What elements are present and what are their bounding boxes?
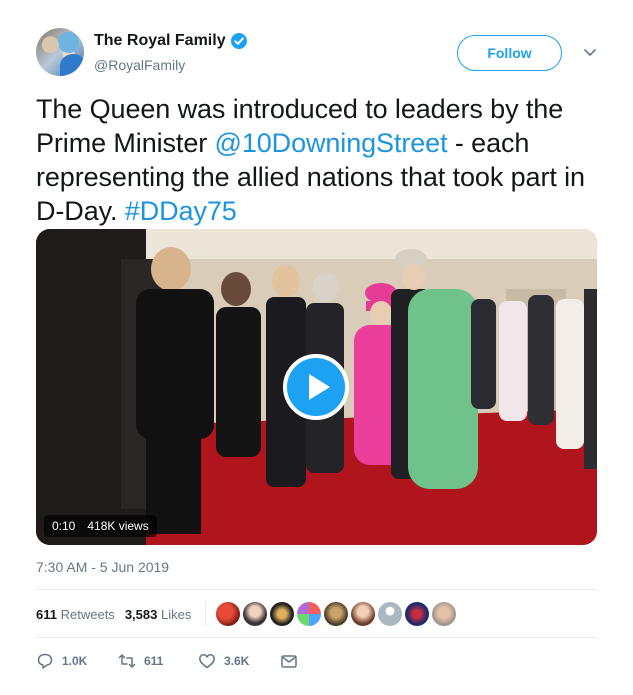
envelope-icon (281, 655, 297, 668)
liker-avatar[interactable] (324, 602, 349, 626)
liker-avatar[interactable] (297, 602, 322, 626)
video-player[interactable]: 0:10 418K views (36, 229, 597, 545)
like-count: 3.6K (224, 654, 250, 668)
retweet-count: 611 (144, 654, 164, 668)
verified-badge-icon (230, 33, 247, 49)
video-meta-badge: 0:10 418K views (44, 515, 157, 537)
liker-avatar[interactable] (378, 602, 403, 626)
retweet-icon (118, 654, 136, 668)
retweets-count: 611 (36, 606, 57, 622)
stats-separator (205, 602, 207, 626)
liker-avatar[interactable] (243, 602, 268, 626)
liker-avatar[interactable] (405, 602, 430, 626)
liker-avatar[interactable] (270, 602, 295, 626)
likes-label: Likes (160, 606, 192, 622)
follow-button[interactable]: Follow (457, 35, 562, 71)
heart-icon (199, 654, 215, 669)
direct-message-button[interactable] (280, 652, 306, 670)
retweets-stat[interactable]: 611 Retweets (36, 607, 115, 622)
retweet-button[interactable]: 611 (118, 652, 198, 670)
hashtag-link[interactable]: #DDay75 (125, 196, 237, 226)
video-views: 418K views (87, 519, 149, 533)
retweets-label: Retweets (60, 606, 115, 622)
author-avatar[interactable] (36, 28, 84, 76)
reply-icon (37, 653, 53, 669)
author-handle[interactable]: @RoyalFamily (94, 57, 185, 73)
divider (36, 589, 597, 590)
tweet-header: The Royal Family @RoyalFamily Follow (36, 28, 606, 80)
tweet-stats: 611 Retweets 3,583 Likes (36, 602, 457, 626)
tweet-actions: 1.0K 611 3.6K (36, 650, 306, 672)
mention-link[interactable]: @10DowningStreet (215, 128, 448, 158)
reply-count: 1.0K (62, 654, 88, 668)
likes-stat[interactable]: 3,583 Likes (125, 607, 192, 622)
liker-avatar[interactable] (351, 602, 376, 626)
author-name-row[interactable]: The Royal Family (94, 32, 247, 50)
liker-avatar[interactable] (216, 602, 241, 626)
author-display-name[interactable]: The Royal Family (94, 32, 226, 50)
tweet-timestamp[interactable]: 7:30 AM - 5 Jun 2019 (36, 559, 169, 575)
likes-count: 3,583 (124, 606, 158, 622)
tweet-text: The Queen was introduced to leaders by t… (36, 92, 606, 228)
liker-avatars (216, 602, 457, 626)
play-button[interactable] (283, 354, 349, 420)
like-button[interactable]: 3.6K (198, 652, 280, 670)
play-icon (308, 374, 330, 400)
video-duration: 0:10 (52, 519, 76, 533)
divider (36, 637, 597, 638)
reply-button[interactable]: 1.0K (36, 652, 118, 670)
chevron-down-icon[interactable] (582, 44, 598, 60)
liker-avatar[interactable] (432, 602, 457, 626)
